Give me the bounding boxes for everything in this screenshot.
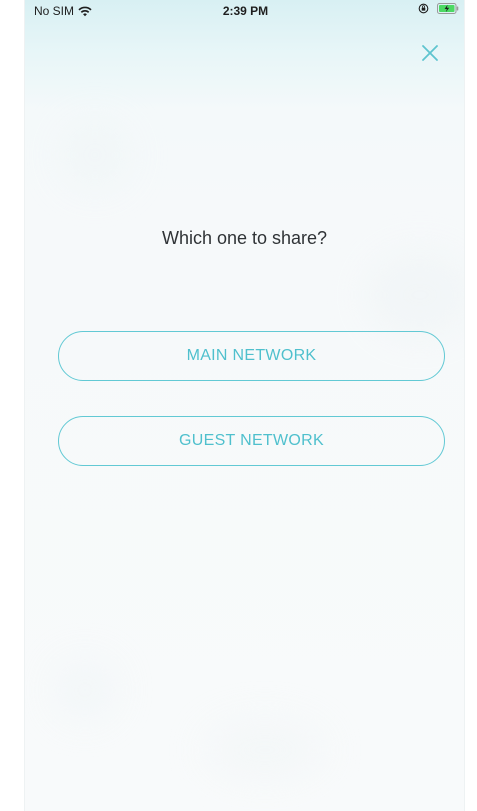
status-indicators — [418, 3, 459, 14]
main-network-label: MAIN NETWORK — [186, 347, 317, 364]
app-screen: No SIM 2:39 PM Which one to share? MAIN … — [24, 0, 465, 811]
share-prompt-title: Which one to share? — [161, 228, 328, 248]
orientation-lock-icon — [418, 3, 429, 14]
status-bar: No SIM 2:39 PM — [25, 0, 464, 20]
status-time: 2:39 PM — [222, 4, 269, 18]
close-icon — [422, 45, 438, 61]
battery-charging-icon — [437, 3, 459, 14]
guest-network-button[interactable]: GUEST NETWORK — [58, 416, 445, 466]
main-network-button[interactable]: MAIN NETWORK — [58, 331, 445, 381]
guest-network-label: GUEST NETWORK — [179, 432, 324, 449]
screen: No SIM 2:39 PM Which one to share? MAIN … — [0, 0, 477, 811]
close-button[interactable] — [419, 42, 441, 64]
